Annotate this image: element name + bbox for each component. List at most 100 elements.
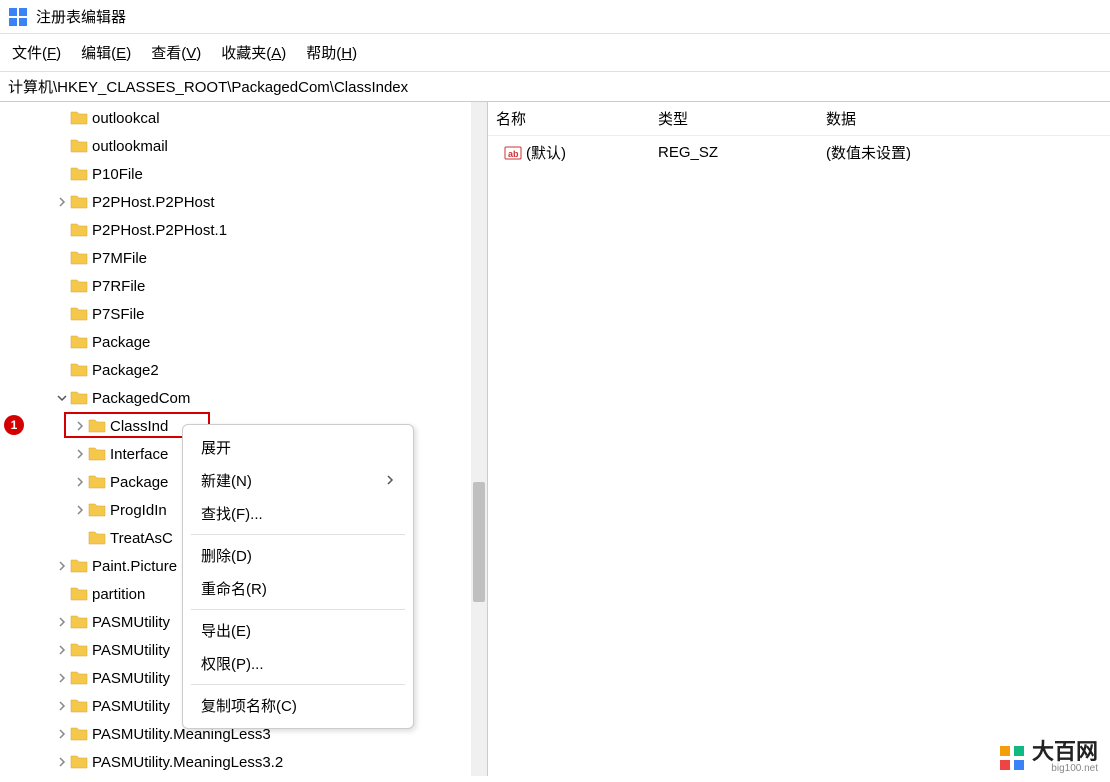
folder-icon	[88, 529, 106, 547]
scrollbar-thumb[interactable]	[473, 482, 485, 602]
tree-item[interactable]: P10File	[0, 160, 487, 188]
context-menu-item[interactable]: 展开	[183, 431, 413, 464]
context-menu-item-label: 导出(E)	[201, 620, 251, 641]
folder-icon	[70, 613, 88, 631]
svg-text:ab: ab	[508, 149, 519, 159]
tree-item-label: PackagedCom	[92, 390, 190, 407]
string-value-icon: ab	[504, 144, 522, 162]
value-row[interactable]: ab(默认)REG_SZ(数值未设置)	[488, 136, 1110, 169]
tree-item[interactable]: PASMUtility.MeaningLess3.2	[0, 748, 487, 776]
context-menu-item[interactable]: 查找(F)...	[183, 497, 413, 530]
tree-item[interactable]: P2PHost.P2PHost.1	[0, 216, 487, 244]
folder-icon	[88, 473, 106, 491]
context-menu-item-label: 重命名(R)	[201, 578, 267, 599]
column-header-name[interactable]: 名称	[488, 108, 658, 129]
context-menu-item[interactable]: 复制项名称(C)	[183, 689, 413, 722]
tree-item[interactable]: P7SFile	[0, 300, 487, 328]
menu-favorites[interactable]: 收藏夹(A)	[217, 40, 290, 65]
context-menu-item[interactable]: 权限(P)...	[183, 647, 413, 680]
watermark-logo-icon	[998, 744, 1026, 772]
value-name: (默认)	[526, 142, 566, 163]
folder-icon	[88, 445, 106, 463]
chevron-right-icon[interactable]	[54, 757, 70, 767]
tree-item-label: PASMUtility	[92, 698, 170, 715]
folder-icon	[70, 389, 88, 407]
menu-view[interactable]: 查看(V)	[147, 40, 205, 65]
tree-item[interactable]: Package2	[0, 356, 487, 384]
chevron-right-icon[interactable]	[72, 477, 88, 487]
tree-item[interactable]: outlookmail	[0, 132, 487, 160]
tree-item[interactable]: outlookcal	[0, 104, 487, 132]
tree-item-label: Package2	[92, 362, 159, 379]
chevron-right-icon[interactable]	[54, 561, 70, 571]
tree-item-label: Paint.Picture	[92, 558, 177, 575]
tree-item-label: P7MFile	[92, 250, 147, 267]
value-data: (数值未设置)	[826, 142, 1110, 163]
tree-item[interactable]: P7MFile	[0, 244, 487, 272]
chevron-down-icon[interactable]	[54, 393, 70, 403]
tree-item-label: partition	[92, 586, 145, 603]
context-menu-separator	[191, 609, 405, 610]
context-menu-item[interactable]: 导出(E)	[183, 614, 413, 647]
folder-icon	[70, 361, 88, 379]
folder-icon	[70, 333, 88, 351]
chevron-right-icon[interactable]	[54, 645, 70, 655]
tree-item-label: Package	[110, 474, 168, 491]
column-header-data[interactable]: 数据	[826, 108, 1110, 129]
tree-item-label: TreatAsC	[110, 530, 173, 547]
tree-scrollbar[interactable]	[471, 102, 487, 776]
menu-edit[interactable]: 编辑(E)	[77, 40, 135, 65]
chevron-right-icon	[385, 472, 395, 489]
tree-item[interactable]: P7RFile	[0, 272, 487, 300]
folder-icon	[70, 193, 88, 211]
tree-item-label: PASMUtility.MeaningLess3.2	[92, 754, 283, 771]
chevron-right-icon[interactable]	[54, 729, 70, 739]
folder-icon	[70, 221, 88, 239]
folder-icon	[70, 585, 88, 603]
folder-icon	[70, 249, 88, 267]
context-menu-item[interactable]: 新建(N)	[183, 464, 413, 497]
folder-icon	[70, 165, 88, 183]
tree-item-label: ProgIdIn	[110, 502, 167, 519]
chevron-right-icon[interactable]	[72, 505, 88, 515]
tree-item-label: P10File	[92, 166, 143, 183]
main-panel: outlookcaloutlookmail P10File P2PHost.P2PH…	[0, 102, 1110, 776]
folder-icon	[70, 109, 88, 127]
context-menu-item-label: 权限(P)...	[201, 653, 264, 674]
menu-help[interactable]: 帮助(H)	[302, 40, 361, 65]
chevron-right-icon[interactable]	[54, 701, 70, 711]
folder-icon	[88, 501, 106, 519]
folder-icon	[70, 641, 88, 659]
annotation-badge-1: 1	[4, 415, 24, 435]
tree-item-label: P2PHost.P2PHost.1	[92, 222, 227, 239]
tree-item-label: Package	[92, 334, 150, 351]
menu-bar: 文件(F) 编辑(E) 查看(V) 收藏夹(A) 帮助(H)	[0, 34, 1110, 72]
context-menu-item-label: 删除(D)	[201, 545, 252, 566]
tree-item[interactable]: P2PHost.P2PHost	[0, 188, 487, 216]
tree-item-label: PASMUtility	[92, 642, 170, 659]
address-bar[interactable]: 计算机\HKEY_CLASSES_ROOT\PackagedCom\ClassI…	[0, 72, 1110, 102]
column-header-type[interactable]: 类型	[658, 108, 826, 129]
folder-icon	[70, 697, 88, 715]
tree-item[interactable]: Package	[0, 328, 487, 356]
folder-icon	[70, 753, 88, 771]
chevron-right-icon[interactable]	[54, 617, 70, 627]
context-menu-separator	[191, 684, 405, 685]
values-panel: 名称 类型 数据 ab(默认)REG_SZ(数值未设置)	[488, 102, 1110, 776]
watermark-url: big100.net	[1032, 763, 1098, 774]
window-title: 注册表编辑器	[36, 6, 126, 27]
watermark: 大百网 big100.net	[998, 741, 1098, 774]
context-menu-item[interactable]: 重命名(R)	[183, 572, 413, 605]
context-menu: 展开新建(N)查找(F)... 删除(D) 重命名(R) 导出(E) 权限(P)... 复…	[182, 424, 414, 729]
watermark-brand: 大百网	[1032, 739, 1098, 764]
chevron-right-icon[interactable]	[54, 673, 70, 683]
tree-panel: outlookcaloutlookmail P10File P2PHost.P2PH…	[0, 102, 488, 776]
tree-item[interactable]: PackagedCom	[0, 384, 487, 412]
folder-icon	[70, 277, 88, 295]
context-menu-item[interactable]: 删除(D)	[183, 539, 413, 572]
context-menu-item-label: 复制项名称(C)	[201, 695, 297, 716]
chevron-right-icon[interactable]	[72, 449, 88, 459]
context-menu-item-label: 展开	[201, 437, 231, 458]
chevron-right-icon[interactable]	[54, 197, 70, 207]
menu-file[interactable]: 文件(F)	[8, 40, 65, 65]
